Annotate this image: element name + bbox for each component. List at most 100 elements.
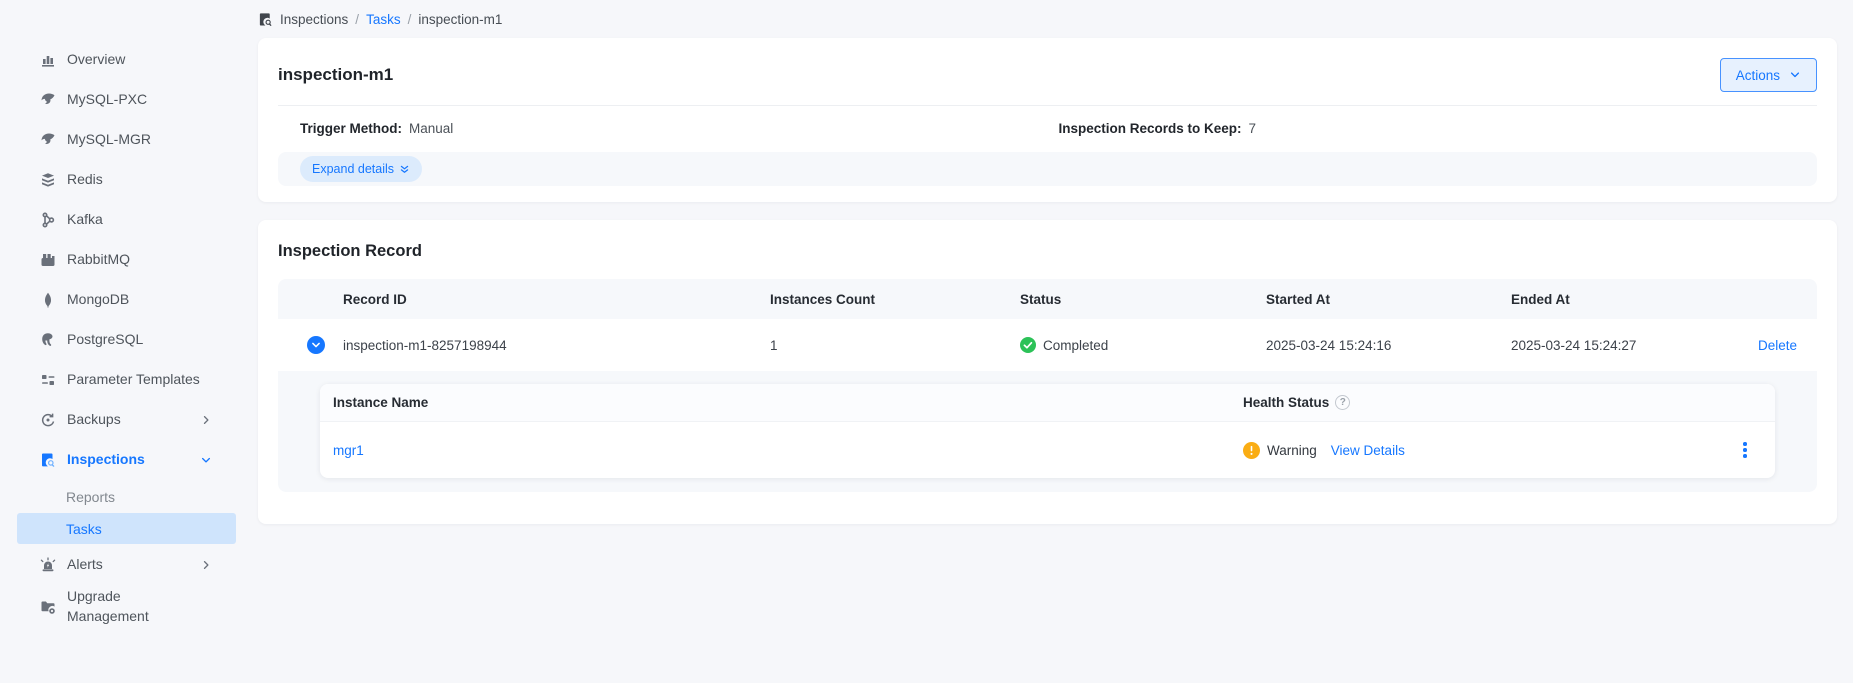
status-cell: Completed: [1020, 337, 1266, 353]
column-header-started-at: Started At: [1266, 292, 1511, 307]
field-label: Trigger Method:: [300, 121, 402, 136]
column-header-record-id: Record ID: [326, 292, 770, 307]
column-header-instance-name: Instance Name: [333, 395, 1243, 410]
breadcrumb: Inspections / Tasks / inspection-m1: [258, 0, 1837, 38]
mysql-dolphin-icon: [40, 92, 56, 108]
sidebar-item-label: Redis: [67, 170, 212, 190]
upgrade-management-icon: [40, 599, 56, 615]
postgresql-icon: [40, 332, 56, 348]
sidebar-item-reports[interactable]: Reports: [0, 481, 236, 512]
expand-details-band: Expand details: [278, 152, 1817, 186]
sidebar-item-label: Overview: [67, 50, 212, 70]
field-value: Manual: [409, 121, 453, 136]
expanded-row-panel: Instance Name Health Status ? mgr1 Warni…: [278, 371, 1817, 492]
sidebar-item-mongodb[interactable]: MongoDB: [0, 280, 236, 320]
sidebar-item-mysql-mgr[interactable]: MySQL-MGR: [0, 120, 236, 160]
expand-details-button[interactable]: Expand details: [300, 156, 422, 182]
sidebar-item-label: Backups: [67, 410, 200, 430]
column-header-ended-at: Ended At: [1511, 292, 1758, 307]
help-question-icon[interactable]: ?: [1335, 395, 1350, 410]
sidebar-item-rabbitmq[interactable]: RabbitMQ: [0, 240, 236, 280]
task-detail-card: inspection-m1 Actions Trigger Method: Man…: [258, 38, 1837, 202]
instance-name-link[interactable]: mgr1: [333, 443, 1243, 458]
sidebar-item-overview[interactable]: Overview: [0, 40, 236, 80]
sidebar-item-label: Inspections: [67, 450, 200, 470]
sidebar-item-alerts[interactable]: Alerts: [0, 545, 236, 585]
instances-count-cell: 1: [770, 338, 1020, 353]
record-table: Record ID Instances Count Status Started…: [278, 279, 1817, 492]
success-check-icon: [1020, 337, 1036, 353]
actions-button[interactable]: Actions: [1720, 58, 1817, 92]
sidebar-item-kafka[interactable]: Kafka: [0, 200, 236, 240]
warning-icon: [1243, 442, 1260, 459]
sidebar-item-label: Kafka: [67, 210, 212, 230]
breadcrumb-separator: /: [408, 12, 412, 27]
double-chevron-down-icon: [399, 164, 410, 175]
main-content: Inspections / Tasks / inspection-m1 insp…: [236, 0, 1853, 683]
breadcrumb-item-current: inspection-m1: [418, 12, 502, 27]
sidebar-item-mysql-pxc[interactable]: MySQL-PXC: [0, 80, 236, 120]
chevron-down-icon: [200, 454, 212, 466]
sidebar-item-upgrade-management[interactable]: Upgrade Management: [0, 585, 236, 628]
sidebar-item-tasks[interactable]: Tasks: [17, 513, 236, 544]
sidebar-item-label: MySQL-MGR: [67, 130, 212, 150]
sidebar-item-backups[interactable]: Backups: [0, 400, 236, 440]
health-status-text: Warning: [1267, 443, 1317, 458]
status-text: Completed: [1043, 338, 1108, 353]
breadcrumb-separator: /: [355, 12, 359, 27]
sidebar-item-label: MongoDB: [67, 290, 212, 310]
collapse-row-button[interactable]: [307, 336, 325, 354]
record-id-cell: inspection-m1-8257198944: [326, 338, 770, 353]
field-trigger-method: Trigger Method: Manual: [300, 121, 1059, 136]
mongodb-leaf-icon: [40, 292, 56, 308]
sidebar-item-label: RabbitMQ: [67, 250, 212, 270]
sidebar-item-label: Tasks: [66, 521, 102, 537]
record-table-header: Record ID Instances Count Status Started…: [278, 279, 1817, 319]
breadcrumb-item: Inspections: [280, 12, 348, 27]
expand-details-label: Expand details: [312, 162, 394, 176]
parameter-templates-icon: [40, 372, 56, 388]
field-label: Inspection Records to Keep:: [1059, 121, 1242, 136]
sidebar-item-label: PostgreSQL: [67, 330, 212, 350]
field-value: 7: [1249, 121, 1257, 136]
alerts-icon: [40, 557, 56, 573]
column-header-health-status: Health Status ?: [1243, 395, 1715, 410]
inspections-icon: [258, 12, 273, 27]
started-at-cell: 2025-03-24 15:24:16: [1266, 338, 1511, 353]
ended-at-cell: 2025-03-24 15:24:27: [1511, 338, 1758, 353]
inspection-record-card: Inspection Record Record ID Instances Co…: [258, 220, 1837, 524]
sidebar-item-inspections[interactable]: Inspections: [0, 440, 236, 480]
inspections-icon: [40, 452, 56, 468]
sidebar-item-redis[interactable]: Redis: [0, 160, 236, 200]
instance-table: Instance Name Health Status ? mgr1 Warni…: [320, 384, 1775, 478]
column-header-instances-count: Instances Count: [770, 292, 1020, 307]
delete-link[interactable]: Delete: [1758, 338, 1817, 353]
backups-icon: [40, 412, 56, 428]
column-header-status: Status: [1020, 292, 1266, 307]
sidebar-item-label: Upgrade Management: [67, 587, 212, 626]
chevron-down-icon: [311, 340, 321, 350]
bar-chart-icon: [40, 52, 56, 68]
instance-row: mgr1 Warning View Details: [320, 422, 1775, 478]
sidebar: Overview MySQL-PXC MySQL-MGR Redis Kafka…: [0, 0, 236, 683]
page-title: inspection-m1: [278, 65, 393, 85]
row-more-actions-button[interactable]: [1739, 438, 1751, 462]
mysql-dolphin-icon: [40, 132, 56, 148]
sidebar-item-postgresql[interactable]: PostgreSQL: [0, 320, 236, 360]
sidebar-item-label: MySQL-PXC: [67, 90, 212, 110]
redis-layers-icon: [40, 172, 56, 188]
breadcrumb-link-tasks[interactable]: Tasks: [366, 12, 401, 27]
sidebar-item-parameter-templates[interactable]: Parameter Templates: [0, 360, 236, 400]
instance-table-header: Instance Name Health Status ?: [320, 384, 1775, 422]
view-details-link[interactable]: View Details: [1331, 443, 1405, 458]
kafka-icon: [40, 212, 56, 228]
health-status-cell: Warning View Details: [1243, 442, 1715, 459]
sidebar-item-label: Parameter Templates: [67, 370, 212, 390]
rabbitmq-icon: [40, 252, 56, 268]
chevron-right-icon: [200, 559, 212, 571]
field-records-to-keep: Inspection Records to Keep: 7: [1059, 121, 1818, 136]
table-row: inspection-m1-8257198944 1 Completed 202…: [278, 319, 1817, 371]
chevron-right-icon: [200, 414, 212, 426]
sidebar-item-label: Reports: [66, 489, 115, 505]
sidebar-item-label: Alerts: [67, 555, 200, 575]
